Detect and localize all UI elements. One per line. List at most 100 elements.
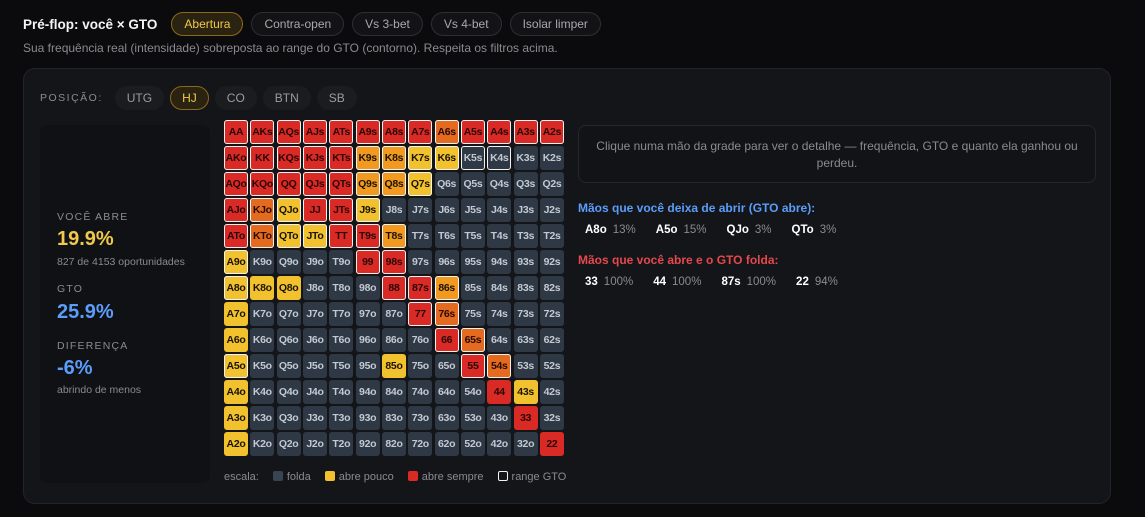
hand-cell-T8s[interactable]: T8s <box>381 224 406 248</box>
hand-cell-A5o[interactable]: A5o <box>224 354 248 378</box>
hand-cell-K7o[interactable]: K7o <box>250 302 275 326</box>
hand-cell-87s[interactable]: 87s <box>408 276 433 300</box>
hand-cell-J2s[interactable]: J2s <box>539 198 564 222</box>
hand-cell-J8s[interactable]: J8s <box>381 198 406 222</box>
hand-cell-A6o[interactable]: A6o <box>224 328 248 352</box>
tab-vs-3bet[interactable]: Vs 3-bet <box>352 12 423 36</box>
hand-cell-QTs[interactable]: QTs <box>329 172 354 196</box>
hand-cell-J4o[interactable]: J4o <box>302 380 327 404</box>
hand-cell-T9s[interactable]: T9s <box>355 224 380 248</box>
hand-cell-32o[interactable]: 32o <box>513 432 538 456</box>
hand-cell-94o[interactable]: 94o <box>355 380 380 404</box>
hand-cell-T3o[interactable]: T3o <box>329 406 354 430</box>
hand-cell-QJs[interactable]: QJs <box>302 172 327 196</box>
hand-cell-ATo[interactable]: ATo <box>224 224 248 248</box>
hand-cell-54s[interactable]: 54s <box>487 354 512 378</box>
position-utg[interactable]: UTG <box>114 86 165 110</box>
hand-cell-86s[interactable]: 86s <box>434 276 459 300</box>
hand-cell-62o[interactable]: 62o <box>434 432 459 456</box>
hand-cell-K4s[interactable]: K4s <box>487 146 512 170</box>
hand-cell-65s[interactable]: 65s <box>460 328 485 352</box>
hand-cell-88[interactable]: 88 <box>381 276 406 300</box>
hand-cell-T6o[interactable]: T6o <box>329 328 354 352</box>
hand-cell-Q2s[interactable]: Q2s <box>539 172 564 196</box>
hand-cell-98s[interactable]: 98s <box>381 250 406 274</box>
tab-vs-4bet[interactable]: Vs 4-bet <box>430 12 502 36</box>
hand-cell-T8o[interactable]: T8o <box>329 276 354 300</box>
hand-cell-TT[interactable]: TT <box>329 224 354 248</box>
hand-cell-66[interactable]: 66 <box>434 328 459 352</box>
hand-cell-Q4o[interactable]: Q4o <box>276 380 301 404</box>
hand-cell-A6s[interactable]: A6s <box>434 120 459 144</box>
hand-cell-Q3s[interactable]: Q3s <box>513 172 538 196</box>
hand-cell-74s[interactable]: 74s <box>487 302 512 326</box>
hand-cell-JTs[interactable]: JTs <box>329 198 354 222</box>
hand-cell-J2o[interactable]: J2o <box>302 432 327 456</box>
hand-cell-54o[interactable]: 54o <box>460 380 485 404</box>
hand-cell-93o[interactable]: 93o <box>355 406 380 430</box>
missing-hand-item[interactable]: QTo 3% <box>792 224 837 236</box>
hand-cell-62s[interactable]: 62s <box>539 328 564 352</box>
hand-cell-K7s[interactable]: K7s <box>408 146 433 170</box>
hand-cell-K2o[interactable]: K2o <box>250 432 275 456</box>
extra-hand-item[interactable]: 22 94% <box>796 276 838 288</box>
hand-cell-KJs[interactable]: KJs <box>302 146 327 170</box>
hand-cell-73s[interactable]: 73s <box>513 302 538 326</box>
position-co[interactable]: CO <box>214 86 257 110</box>
hand-cell-J8o[interactable]: J8o <box>302 276 327 300</box>
hand-cell-95o[interactable]: 95o <box>355 354 380 378</box>
hand-cell-J5o[interactable]: J5o <box>302 354 327 378</box>
hand-cell-A5s[interactable]: A5s <box>460 120 485 144</box>
hand-cell-83s[interactable]: 83s <box>513 276 538 300</box>
hand-cell-Q6s[interactable]: Q6s <box>434 172 459 196</box>
hand-cell-J4s[interactable]: J4s <box>487 198 512 222</box>
hand-cell-43s[interactable]: 43s <box>513 380 538 404</box>
hand-cell-KTo[interactable]: KTo <box>250 224 275 248</box>
hand-cell-52o[interactable]: 52o <box>460 432 485 456</box>
hand-cell-T9o[interactable]: T9o <box>329 250 354 274</box>
hand-cell-84o[interactable]: 84o <box>381 380 406 404</box>
hand-cell-82o[interactable]: 82o <box>381 432 406 456</box>
hand-cell-92o[interactable]: 92o <box>355 432 380 456</box>
hand-cell-44[interactable]: 44 <box>487 380 512 404</box>
hand-cell-Q4s[interactable]: Q4s <box>487 172 512 196</box>
hand-cell-A2s[interactable]: A2s <box>539 120 564 144</box>
hand-cell-73o[interactable]: 73o <box>408 406 433 430</box>
hand-cell-A9s[interactable]: A9s <box>355 120 380 144</box>
hand-cell-J9s[interactable]: J9s <box>355 198 380 222</box>
hand-cell-92s[interactable]: 92s <box>539 250 564 274</box>
hand-cell-93s[interactable]: 93s <box>513 250 538 274</box>
hand-cell-94s[interactable]: 94s <box>487 250 512 274</box>
hand-cell-72s[interactable]: 72s <box>539 302 564 326</box>
hand-cell-K2s[interactable]: K2s <box>539 146 564 170</box>
hand-cell-85o[interactable]: 85o <box>381 354 406 378</box>
hand-cell-Q5s[interactable]: Q5s <box>460 172 485 196</box>
hand-cell-52s[interactable]: 52s <box>539 354 564 378</box>
hand-cell-KQs[interactable]: KQs <box>276 146 301 170</box>
hand-cell-QJo[interactable]: QJo <box>276 198 301 222</box>
hand-cell-K3s[interactable]: K3s <box>513 146 538 170</box>
hand-cell-AJo[interactable]: AJo <box>224 198 248 222</box>
hand-cell-QTo[interactable]: QTo <box>276 224 301 248</box>
missing-hand-item[interactable]: A8o 13% <box>585 224 636 236</box>
tab-abertura[interactable]: Abertura <box>171 12 244 36</box>
hand-cell-A4s[interactable]: A4s <box>487 120 512 144</box>
missing-hand-item[interactable]: QJo 3% <box>727 224 772 236</box>
hand-cell-74o[interactable]: 74o <box>408 380 433 404</box>
hand-cell-J9o[interactable]: J9o <box>302 250 327 274</box>
hand-cell-63s[interactable]: 63s <box>513 328 538 352</box>
hand-cell-K8s[interactable]: K8s <box>381 146 406 170</box>
hand-cell-77[interactable]: 77 <box>408 302 433 326</box>
hand-cell-A3o[interactable]: A3o <box>224 406 248 430</box>
hand-cell-K9s[interactable]: K9s <box>355 146 380 170</box>
hand-cell-JJ[interactable]: JJ <box>302 198 327 222</box>
hand-cell-A2o[interactable]: A2o <box>224 432 248 456</box>
hand-cell-AKs[interactable]: AKs <box>250 120 275 144</box>
hand-cell-A7o[interactable]: A7o <box>224 302 248 326</box>
hand-cell-Q7o[interactable]: Q7o <box>276 302 301 326</box>
hand-cell-T2s[interactable]: T2s <box>539 224 564 248</box>
hand-cell-86o[interactable]: 86o <box>381 328 406 352</box>
hand-cell-22[interactable]: 22 <box>539 432 564 456</box>
hand-cell-A3s[interactable]: A3s <box>513 120 538 144</box>
missing-hand-item[interactable]: A5o 15% <box>656 224 707 236</box>
